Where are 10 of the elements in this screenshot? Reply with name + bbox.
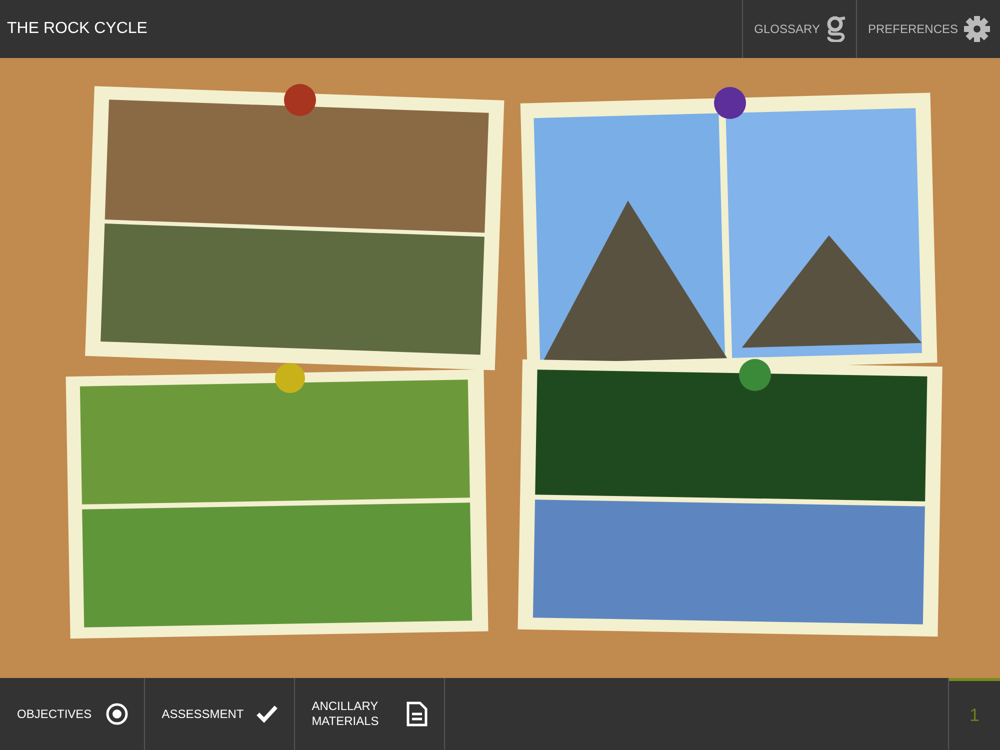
objectives-button[interactable]: OBJECTIVES bbox=[0, 678, 145, 750]
assessment-button[interactable]: ASSESSMENT bbox=[144, 678, 295, 750]
document-icon bbox=[406, 701, 428, 727]
settings-icon bbox=[964, 16, 990, 42]
page-number: 1 bbox=[969, 705, 980, 726]
app-title: THE ROCK CYCLE bbox=[7, 20, 148, 38]
materials-button[interactable]: ANCILLARY MATERIALS bbox=[294, 678, 445, 750]
target-icon bbox=[106, 703, 128, 725]
check-icon bbox=[256, 705, 278, 723]
g-letter-icon bbox=[826, 16, 846, 42]
